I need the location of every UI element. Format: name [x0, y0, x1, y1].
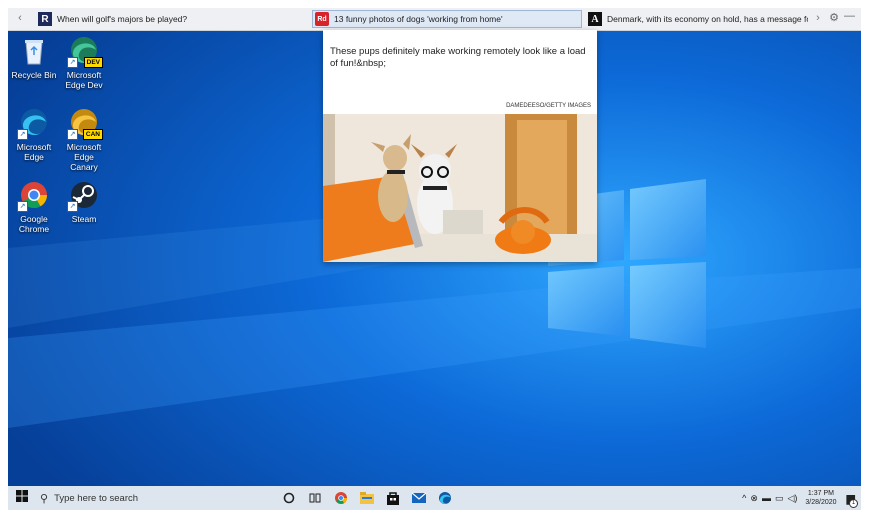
news-source-logo: Rd: [315, 12, 329, 26]
desktop-icon-label: Recycle Bin: [11, 70, 57, 80]
news-bar: ‹ R When will golf's majors be played? R…: [8, 8, 861, 31]
shortcut-arrow-icon: ↗: [67, 57, 78, 68]
desktop-icon-label: Microsoft Edge: [16, 142, 52, 162]
desktop-icon-label: Steam: [71, 214, 97, 224]
volume-icon[interactable]: ◁): [787, 493, 797, 504]
clock-date: 3/28/2020: [805, 499, 837, 506]
news-item-title: When will golf's majors be played?: [57, 14, 188, 24]
clock-time: 1:37 PM: [807, 490, 834, 497]
edge-icon: ↗: [17, 106, 51, 140]
edge-dev-icon: ↗ DEV: [67, 34, 103, 68]
edge-canary-icon: ↗ CAN: [67, 106, 103, 140]
desktop-icon-recycle-bin[interactable]: Recycle Bin: [10, 34, 58, 80]
edge-icon[interactable]: [432, 486, 458, 510]
recycle-bin-icon: [17, 34, 51, 68]
desktop-icon-label: Microsoft Edge Canary: [66, 142, 102, 172]
photo-credit: DAMEDEESO/GETTY IMAGES: [506, 103, 591, 109]
chrome-icon[interactable]: [328, 486, 354, 510]
desktop-icon-label: Microsoft Edge Dev: [65, 70, 103, 90]
news-source-logo: A: [588, 12, 602, 26]
edge-dev-tag: DEV: [83, 57, 103, 68]
edge-canary-tag: CAN: [82, 129, 103, 140]
file-explorer-icon[interactable]: [354, 486, 380, 510]
chrome-icon: ↗: [17, 178, 51, 212]
search-placeholder: Type here to search: [54, 492, 139, 504]
news-source-logo: R: [38, 12, 52, 26]
desktop-icon-edge-dev[interactable]: ↗ DEV Microsoft Edge Dev: [60, 34, 108, 90]
news-item-active[interactable]: Rd 13 funny photos of dogs 'working from…: [312, 10, 582, 28]
notifications-badge: 1: [849, 498, 858, 508]
system-tray: ^ ⊗ ▬ ▭ ◁) 1:37 PM 3/28/2020 ▆1: [742, 486, 861, 510]
news-item[interactable]: A Denmark, with its economy on hold, has…: [588, 10, 808, 28]
task-view-icon[interactable]: [302, 486, 328, 510]
steam-icon: ↗: [67, 178, 101, 212]
desktop-icon-chrome[interactable]: ↗ Google Chrome: [10, 178, 58, 234]
battery-icon[interactable]: ▬: [762, 493, 771, 503]
chevron-right-icon[interactable]: ›: [808, 12, 828, 24]
desktop-icon-label: Google Chrome: [18, 214, 50, 234]
minimize-icon[interactable]: —: [844, 10, 855, 22]
taskbar-search-box[interactable]: ⚲ Type here to search: [36, 486, 276, 510]
dogs-working-photo: [323, 114, 597, 262]
windows-logo-icon: [16, 490, 28, 502]
link-icon[interactable]: ⊗: [750, 493, 758, 504]
shortcut-arrow-icon: ↗: [67, 201, 78, 212]
clock[interactable]: 1:37 PM 3/28/2020: [805, 489, 836, 507]
desktop-icon-edge-canary[interactable]: ↗ CAN Microsoft Edge Canary: [60, 106, 108, 172]
desktop-screen: ‹ R When will golf's majors be played? R…: [8, 8, 861, 510]
news-preview-text: These pups definitely make working remot…: [330, 46, 586, 69]
news-item[interactable]: R When will golf's majors be played?: [38, 10, 258, 28]
shortcut-arrow-icon: ↗: [67, 129, 78, 140]
network-icon[interactable]: ▭: [775, 493, 784, 504]
search-icon: ⚲: [40, 492, 49, 505]
gear-icon[interactable]: ⚙: [829, 11, 839, 24]
chevron-up-icon[interactable]: ^: [742, 493, 746, 503]
shortcut-arrow-icon: ↗: [17, 201, 28, 212]
start-button[interactable]: [8, 489, 36, 507]
news-item-title: Denmark, with its economy on hold, has a…: [607, 14, 808, 24]
taskbar: ⚲ Type here to search ^ ⊗ ▬ ▭ ◁) 1:37 PM…: [8, 486, 861, 510]
news-item-title: 13 funny photos of dogs 'working from ho…: [334, 14, 503, 24]
store-icon[interactable]: [380, 486, 406, 510]
mail-icon[interactable]: [406, 486, 432, 510]
shortcut-arrow-icon: ↗: [17, 129, 28, 140]
notifications-icon[interactable]: ▆1: [847, 492, 858, 508]
news-preview-card[interactable]: These pups definitely make working remot…: [323, 30, 597, 262]
desktop-icon-edge[interactable]: ↗ Microsoft Edge: [10, 106, 58, 162]
desktop-icon-steam[interactable]: ↗ Steam: [60, 178, 108, 224]
cortana-icon[interactable]: [276, 486, 302, 510]
chevron-left-icon[interactable]: ‹: [10, 12, 30, 24]
